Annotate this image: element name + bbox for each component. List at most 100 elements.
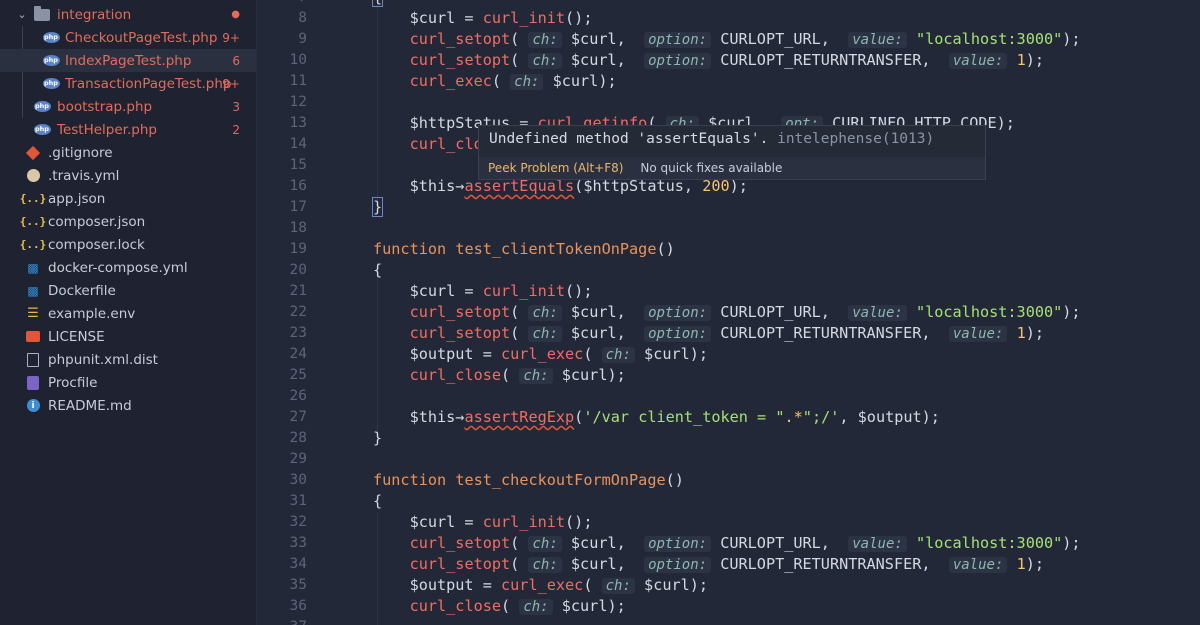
code-line: curl_close( ch: $curl); [409,597,626,615]
file-item[interactable]: Procfile [0,371,256,394]
code-line: curl_exec( ch: $curl); [409,72,617,90]
line-number: 16 [289,178,307,194]
problem-count-badge: 9+ [222,76,240,91]
error-message: Undefined method 'assertEquals'. [489,131,769,147]
line-number: 20 [289,262,307,278]
php-file-icon: php [42,32,60,43]
line-number: 21 [289,283,307,299]
line-number: 22 [289,304,307,320]
file-item[interactable]: .travis.yml [0,164,256,187]
json-icon: {..} [19,192,47,205]
peek-problem-link[interactable]: Peek Problem (Alt+F8) [488,161,623,175]
problem-count-badge: 9+ [222,30,240,45]
file-item[interactable]: ☰ example.env [0,302,256,325]
file-item[interactable]: {..} app.json [0,187,256,210]
code-line: curl_close( ch: $curl); [409,366,626,384]
line-number: 36 [289,598,307,614]
line-number: 18 [289,220,307,236]
line-number: 23 [289,325,307,341]
file-label: README.md [48,397,132,414]
file-item[interactable]: {..} composer.lock [0,233,256,256]
file-label: example.env [48,305,136,322]
file-item[interactable]: .gitignore [0,141,256,164]
file-item[interactable]: i README.md [0,394,256,417]
line-number: 13 [289,115,307,131]
file-label: Dockerfile [48,282,116,299]
env-icon: ☰ [27,306,39,321]
license-icon [24,330,42,344]
file-item[interactable]: php TestHelper.php 2 [0,118,256,141]
file-item[interactable]: php bootstrap.php 3 [0,95,256,118]
file-label: bootstrap.php [57,98,153,115]
file-label: composer.lock [48,236,145,253]
code-line: curl_setopt( ch: $curl, option: CURLOPT_… [409,324,1045,342]
line-number: 37 [257,619,307,625]
line-number: 29 [289,451,307,467]
travis-icon [24,169,42,183]
hover-status-bar: Peek Problem (Alt+F8) No quick fixes ava… [479,157,985,179]
code-line: $output = curl_exec( ch: $curl); [373,345,709,363]
file-label: phpunit.xml.dist [48,351,158,368]
code-line: { [373,492,383,510]
code-line: function test_checkoutFormOnPage() [373,471,684,489]
folder-integration[interactable]: ⌄ integration ● [0,3,256,26]
code-line: curl_setopt( ch: $curl, option: CURLOPT_… [409,51,1045,69]
php-file-icon: php [42,78,60,89]
code-line: function test_clientTokenOnPage() [373,240,675,258]
php-file-icon: php [33,101,51,112]
file-label: docker-compose.yml [48,259,188,276]
line-number: 30 [289,472,307,488]
line-number: 17 [289,199,307,215]
file-item[interactable]: ▩ Dockerfile [0,279,256,302]
error-dot-icon: ● [231,9,240,20]
line-number: 27 [289,409,307,425]
php-file-icon: php [42,55,60,66]
file-label: composer.json [48,213,146,230]
file-item-active[interactable]: php IndexPageTest.php 6 [0,49,256,72]
xml-file-icon [24,352,42,367]
code-line: curl_setopt( ch: $curl, option: CURLOPT_… [409,555,1045,573]
code-line: { [373,261,383,279]
file-item[interactable]: {..} composer.json [0,210,256,233]
line-number: 8 [298,10,307,26]
code-line: $curl = curl_init(); [373,282,593,300]
folder-label: integration [57,6,132,23]
code-line: $output = curl_exec( ch: $curl); [373,576,709,594]
line-number: 15 [289,157,307,173]
file-explorer: ⌄ integration ● php CheckoutPageTest.php… [0,0,257,625]
code-line: curl_setopt( ch: $curl, option: CURLOPT_… [409,534,1081,552]
file-item[interactable]: LICENSE [0,325,256,348]
error-source: intelephense(1013) [777,131,935,147]
hover-message: Undefined method 'assertEquals'. intelep… [489,131,934,147]
file-item[interactable]: php CheckoutPageTest.php 9+ [0,26,256,49]
line-number: 10 [289,52,307,68]
file-label: CheckoutPageTest.php [65,29,218,46]
file-label: TestHelper.php [57,121,157,138]
code-line: curl_setopt( ch: $curl, option: CURLOPT_… [409,303,1081,321]
code-line: } [373,429,383,447]
file-item[interactable]: phpunit.xml.dist [0,348,256,371]
line-number: 26 [289,388,307,404]
docker-icon: ▩ [27,260,39,275]
code-editor[interactable]: 7 8 9 10 11 12 13 14 15 16 17 18 19 20 2… [257,0,1200,625]
code-line: curl_setopt( ch: $curl, option: CURLOPT_… [409,30,1081,48]
file-label: IndexPageTest.php [65,52,192,69]
line-number: 32 [289,514,307,530]
info-icon: i [24,399,42,413]
file-item[interactable]: ▩ docker-compose.yml [0,256,256,279]
line-number: 31 [289,493,307,509]
problem-hover-widget: Undefined method 'assertEquals'. intelep… [478,125,986,180]
file-label: LICENSE [48,328,105,345]
line-number: 35 [289,577,307,593]
problem-count-badge: 2 [232,122,240,137]
file-label: .travis.yml [48,167,120,184]
file-label: .gitignore [48,144,113,161]
php-file-icon: php [33,124,51,135]
line-number: 34 [289,556,307,572]
chevron-down-icon: ⌄ [17,8,27,21]
line-number: 7 [257,0,307,5]
file-item[interactable]: php TransactionPageTest.php 9+ [0,72,256,95]
git-icon [24,145,42,160]
file-label: TransactionPageTest.php [65,75,232,92]
file-label: Procfile [48,374,98,391]
